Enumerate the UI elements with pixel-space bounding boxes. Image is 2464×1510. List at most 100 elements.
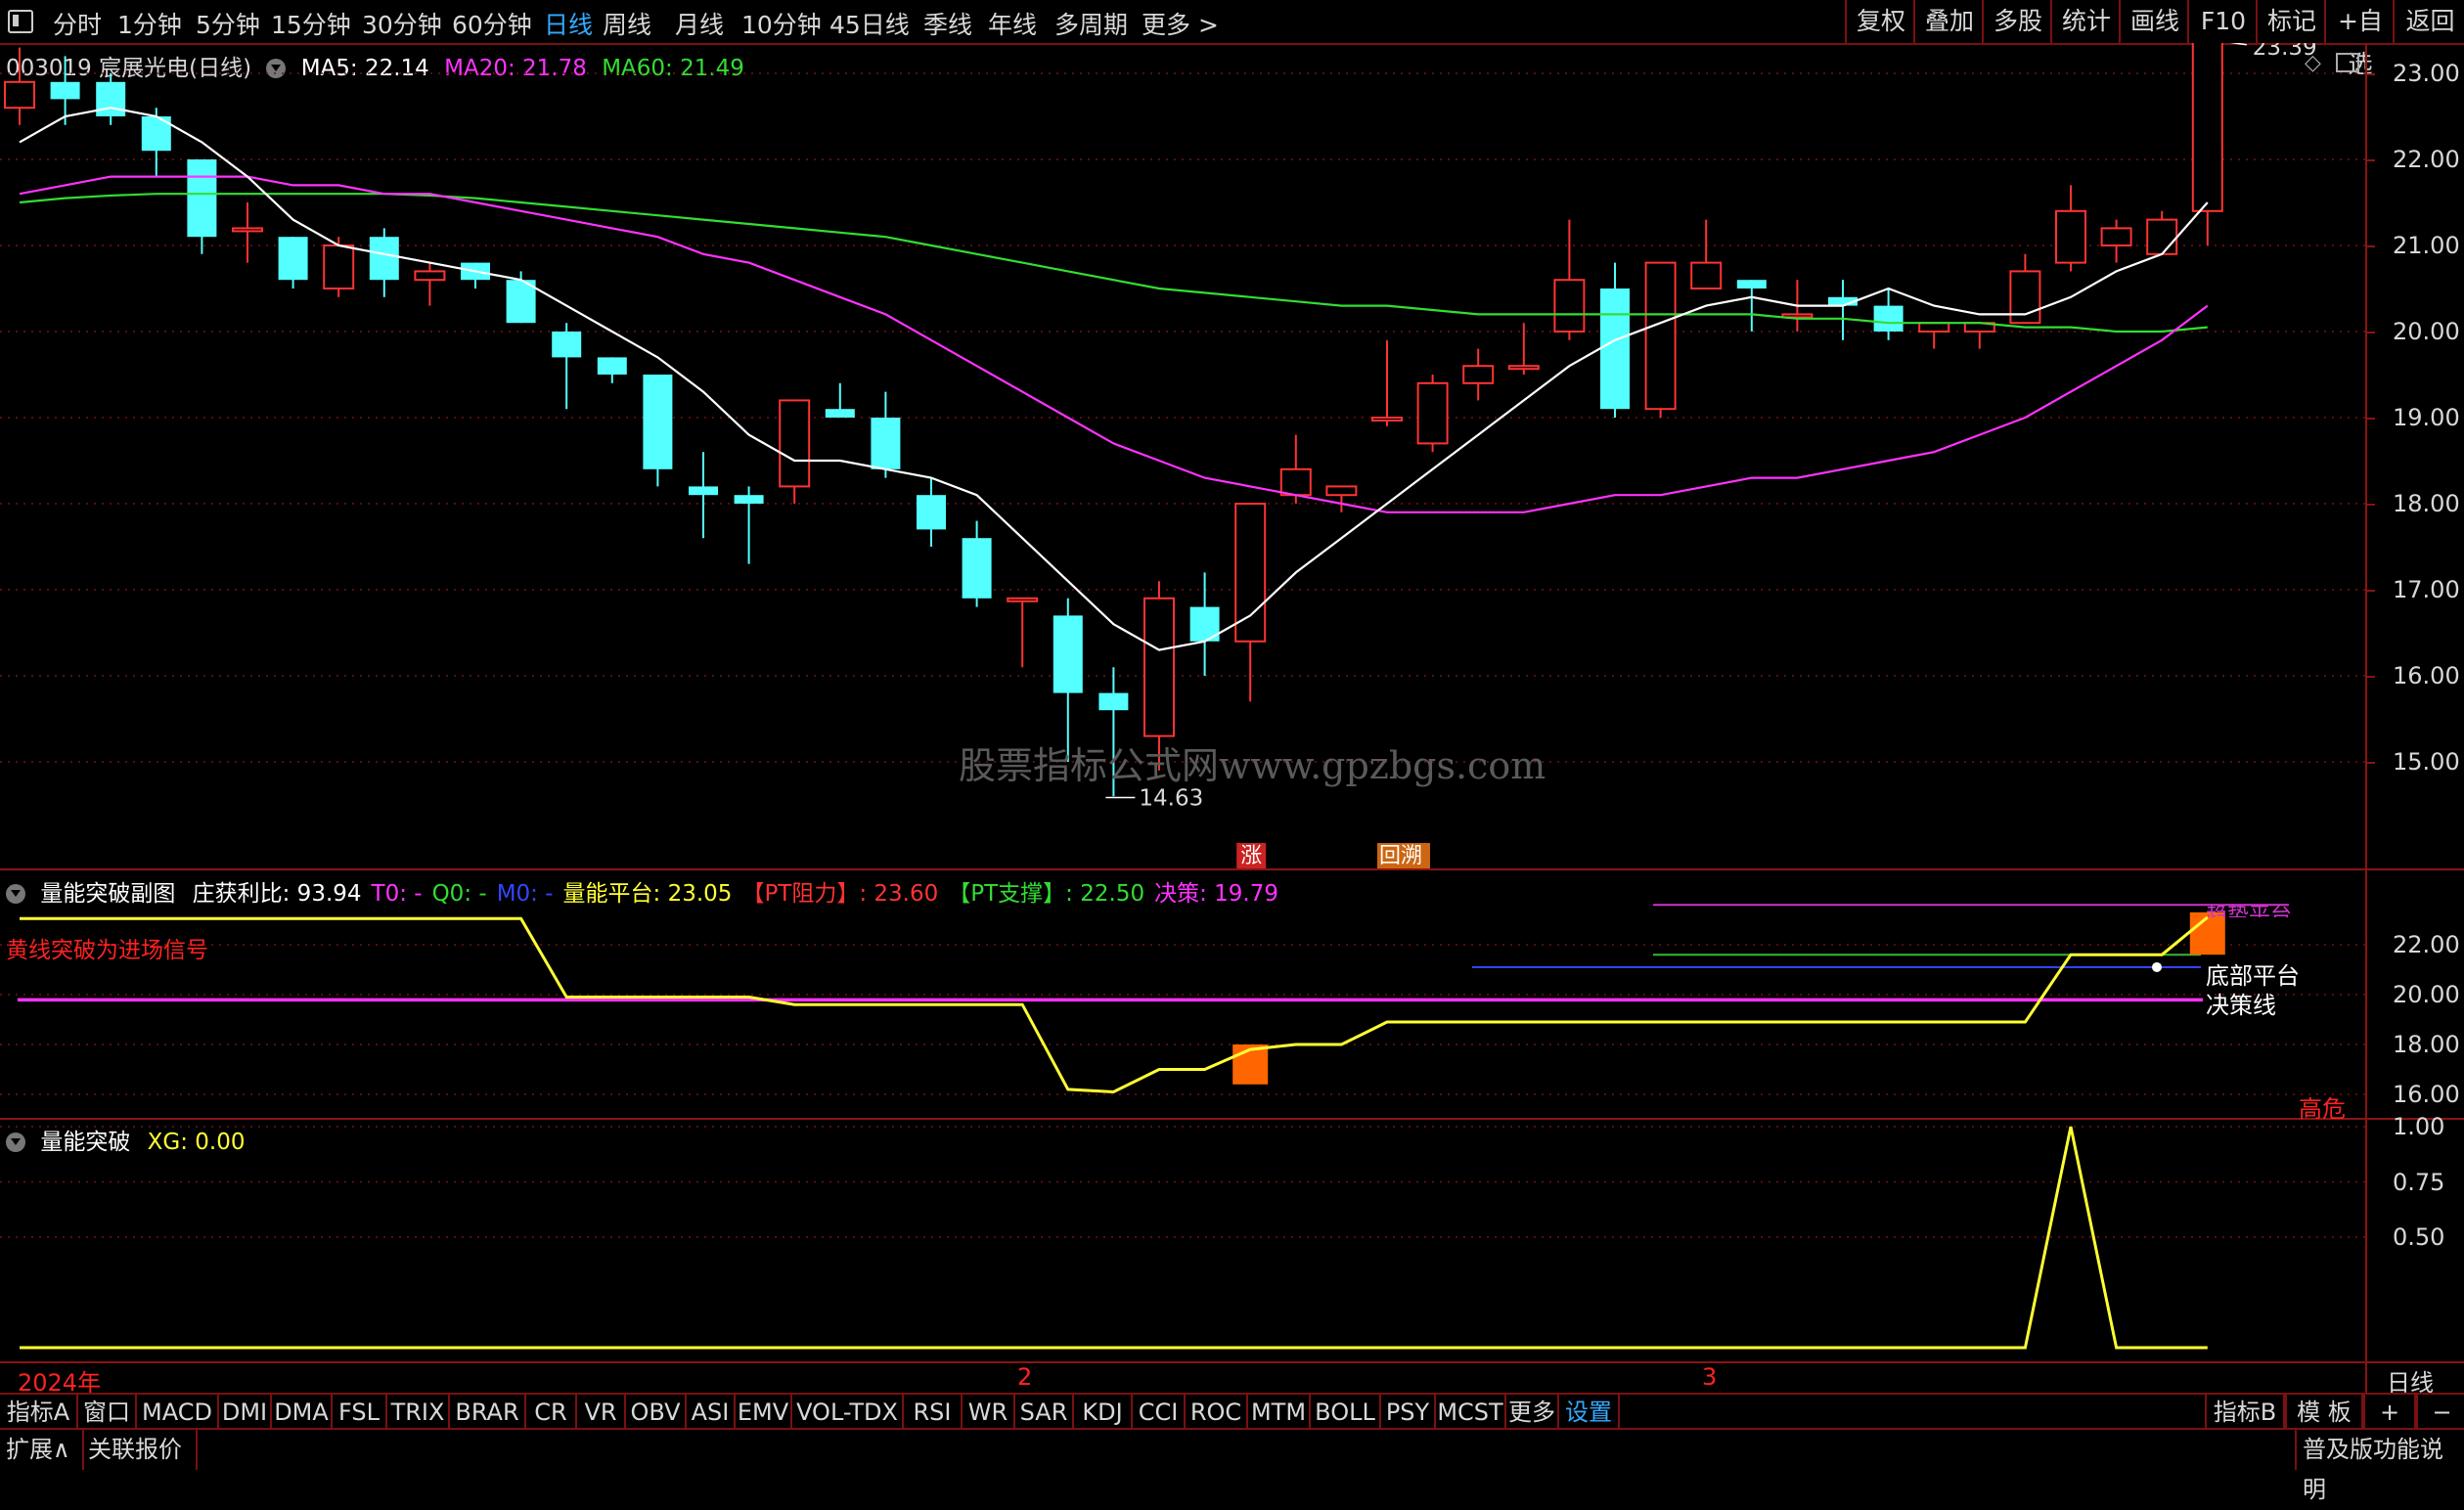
related-quote-button[interactable]: 关联报价 (82, 1430, 198, 1470)
indicator-tab-5[interactable]: FSL (333, 1395, 387, 1430)
time-axis-divider (0, 1361, 2464, 1363)
price-tick-8: 15.00 (2393, 748, 2460, 776)
period-tab-0[interactable]: 分时 (53, 6, 102, 41)
candle-body-down (962, 538, 992, 599)
indicator-tab-16[interactable]: SAR (1015, 1395, 1074, 1430)
indicator-tab-24[interactable]: 更多 (1506, 1395, 1559, 1430)
indicator-tab-22[interactable]: PSY (1381, 1395, 1436, 1430)
toolbar-button-7[interactable]: +自选 (2324, 0, 2395, 78)
window-icon[interactable] (8, 10, 33, 33)
indicator-tab-6[interactable]: TRIX (387, 1395, 450, 1430)
sub1-chart (0, 904, 2365, 1095)
price-tick-5: 18.00 (2393, 490, 2460, 517)
indicator-tab-25[interactable]: 设置 (1559, 1395, 1620, 1430)
candle-body-down (643, 375, 673, 469)
price-tick-mark (2365, 73, 2375, 75)
candle-body-down (96, 81, 126, 116)
sub2-tick-0: 1.00 (2393, 1113, 2445, 1140)
period-tab-3[interactable]: 15分钟 (271, 6, 351, 41)
period-tab-5[interactable]: 60分钟 (452, 6, 532, 41)
indicator-tab-4[interactable]: DMA (272, 1395, 333, 1430)
candle-body-down (1600, 289, 1630, 410)
period-tab-1[interactable]: 1分钟 (117, 6, 182, 41)
indicator-tab-21[interactable]: BOLL (1311, 1395, 1381, 1430)
price-tick-mark (2365, 590, 2375, 592)
period-tab-6[interactable]: 日线 (544, 6, 593, 41)
indicator-tab-10[interactable]: OBV (626, 1395, 687, 1430)
candle-body-up (2191, 43, 2223, 212)
candle-body-up (1462, 365, 1495, 384)
price-tick-4: 19.00 (2393, 404, 2460, 431)
period-tab-10[interactable]: 45日线 (829, 6, 910, 41)
indicator-tab-12[interactable]: EMV (736, 1395, 792, 1430)
indicator-tab-2[interactable]: MACD (137, 1395, 219, 1430)
indicator-tab-9[interactable]: VR (577, 1395, 626, 1430)
price-tick-2: 21.00 (2393, 232, 2460, 259)
status-bar: 扩展∧ 关联报价 普及版功能说明 (0, 1428, 2464, 1503)
candle-body-up (1279, 467, 1312, 497)
indicator-tab-18[interactable]: CCI (1133, 1395, 1186, 1430)
indicator-tab-20[interactable]: MTM (1248, 1395, 1311, 1430)
candle-body-up (4, 80, 35, 110)
period-tab-4[interactable]: 30分钟 (362, 6, 442, 41)
period-tab-9[interactable]: 10分钟 (741, 6, 822, 41)
period-tab-12[interactable]: 年线 (988, 6, 1037, 41)
price-tick-mark (2365, 762, 2375, 764)
price-tick-6: 17.00 (2393, 576, 2460, 603)
indicator-tab-11[interactable]: ASI (687, 1395, 736, 1430)
period-tab-14[interactable]: 更多 > (1142, 6, 1219, 41)
toolbar-button-3[interactable]: 统计 (2050, 0, 2121, 43)
candle-body-down (689, 486, 718, 496)
bottom-right-button-3[interactable]: − (2416, 1395, 2464, 1430)
candle-body-down (825, 409, 855, 418)
indicator-tab-23[interactable]: MCST (1436, 1395, 1506, 1430)
period-tab-7[interactable]: 周线 (603, 6, 651, 41)
price-tick-mark (2365, 676, 2375, 678)
expand-button[interactable]: 扩展∧ (0, 1430, 84, 1470)
period-tab-2[interactable]: 5分钟 (196, 6, 260, 41)
bottom-right-button-0[interactable]: 指标B (2205, 1395, 2285, 1430)
edition-info-button[interactable]: 普及版功能说明 (2295, 1430, 2464, 1503)
period-tab-11[interactable]: 季线 (923, 6, 972, 41)
decision-label: 决策线 (2206, 992, 2276, 1019)
candle-body-down (597, 357, 627, 375)
toolbar-button-8[interactable]: 返回 (2393, 0, 2464, 43)
indicator-tab-15[interactable]: WR (963, 1395, 1015, 1430)
candle-body-up (1325, 485, 1358, 497)
candle-body-up (1918, 322, 1950, 333)
indicator-tab-7[interactable]: BRAR (450, 1395, 526, 1430)
indicator-tab-14[interactable]: RSI (904, 1395, 963, 1430)
indicator-tabbar: 指标A 窗口 MACD DMI DMA FSL TRIX BRAR CR VR OBV ASI EMV V… (0, 1393, 2464, 1430)
toolbar-button-4[interactable]: 画线 (2119, 0, 2189, 43)
indicator-tab-13[interactable]: VOL-TDX (792, 1395, 904, 1430)
sub1-tick-2: 18.00 (2393, 1031, 2460, 1058)
candle-body-up (1690, 261, 1723, 290)
indicator-tab-1[interactable]: 窗口 (78, 1395, 137, 1430)
price-tick-0: 23.00 (2393, 60, 2460, 87)
toolbar-button-5[interactable]: F10 (2187, 0, 2258, 43)
bottom-right-button-2[interactable]: + (2363, 1395, 2416, 1430)
bottom-right-button-1[interactable]: 模 板 (2285, 1395, 2363, 1430)
indicator-tab-0[interactable]: 指标A (0, 1395, 78, 1430)
period-tab-13[interactable]: 多周期 (1054, 6, 1128, 41)
indicator-tab-17[interactable]: KDJ (1074, 1395, 1133, 1430)
marker-huisu: 回溯 (1379, 844, 1422, 868)
volume-platform-line (20, 915, 2209, 1093)
candle-body-up (1507, 365, 1540, 371)
platform-dot (2152, 961, 2162, 972)
ma20-line (19, 175, 2209, 513)
sub1-tick-1: 20.00 (2393, 981, 2460, 1008)
toolbar-button-6[interactable]: 标记 (2256, 0, 2326, 43)
indicator-tab-3[interactable]: DMI (219, 1395, 272, 1430)
candle-body-down (552, 332, 582, 358)
price-tick-mark (2365, 159, 2375, 161)
toolbar-button-0[interactable]: 复权 (1845, 0, 1915, 43)
indicator-tab-19[interactable]: ROC (1186, 1395, 1248, 1430)
toolbar-button-1[interactable]: 叠加 (1913, 0, 1984, 43)
sub1-tick-3: 16.00 (2393, 1081, 2460, 1108)
toolbar-button-2[interactable]: 多股 (1982, 0, 2052, 43)
sub2-chart (0, 1126, 2365, 1350)
indicator-tab-8[interactable]: CR (526, 1395, 577, 1430)
price-tick-7: 16.00 (2393, 662, 2460, 689)
period-tab-8[interactable]: 月线 (675, 6, 724, 41)
